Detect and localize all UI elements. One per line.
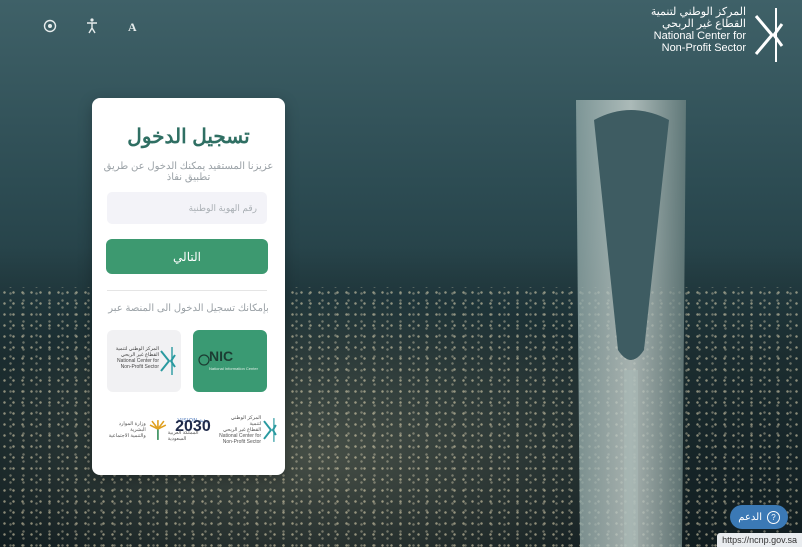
login-title: تسجيل الدخول (127, 126, 250, 148)
kingdom-tower-image (576, 100, 686, 547)
login-card: تسجيل الدخول عزيزنا المستفيد يمكنك الدخو… (92, 98, 285, 475)
ncnp-option-en2: Non-Profit Sector (120, 364, 159, 370)
ncnp-footer-emblem-icon (263, 418, 277, 442)
vision-sub: المملكة العربية السعودية (167, 430, 199, 442)
status-url: https://ncnp.gov.sa (717, 533, 802, 547)
hrsd-logo: وزارة الموارد البشرية والتنمية الاجتماعي… (102, 419, 168, 441)
nic-login-option[interactable]: NIC National Information Center (193, 330, 267, 392)
next-button[interactable]: التالي (106, 239, 268, 274)
nic-sub: National Information Center (209, 366, 258, 371)
brand-ar-line2: القطاع غير الربحي (662, 18, 746, 30)
nic-label: NIC (209, 348, 234, 364)
svg-text:A: A (128, 20, 137, 33)
settings-icon[interactable] (40, 16, 60, 36)
brand-en-line1: National Center for (653, 30, 746, 42)
login-subtitle: عزيزنا المستفيد يمكنك الدخول عن طريق تطب… (103, 161, 274, 183)
accessibility-icon[interactable] (82, 16, 102, 36)
ncnp-emblem-icon (754, 8, 784, 62)
brand-text: المركز الوطني لتنمية القطاع غير الربحي N… (651, 6, 746, 54)
ncnp-footer-logo: المركز الوطني لتنمية القطاع غير الربحي N… (218, 415, 277, 445)
national-id-input[interactable] (107, 192, 267, 224)
support-label: الدعم (738, 511, 762, 523)
palm-icon (149, 420, 167, 440)
brand-ar-line1: المركز الوطني لتنمية (650, 6, 746, 18)
hrsd-ar2: والتنمية الاجتماعية (108, 433, 146, 439)
ncnp-footer-en2: Non-Profit Sector (222, 439, 262, 445)
hrsd-ar1: وزارة الموارد البشرية (118, 421, 146, 433)
support-button[interactable]: الدعم ? (730, 505, 788, 529)
vision-2030-logo: VISION رؤية 2030 المملكة العربية السعودي… (168, 418, 219, 442)
partner-logos: وزارة الموارد البشرية والتنمية الاجتماعي… (102, 412, 277, 448)
accessibility-toolbar: A (40, 16, 144, 36)
ncnp-emblem-icon (160, 347, 176, 375)
font-size-icon[interactable]: A (124, 16, 144, 36)
ncnp-footer-ar1: المركز الوطني لتنمية (230, 415, 262, 427)
ncnp-login-option[interactable]: المركز الوطني لتنمية القطاع غير الربحي N… (107, 330, 181, 392)
brand-en-line2: Non-Profit Sector (661, 42, 746, 54)
ncnp-option-text: المركز الوطني لتنمية القطاع غير الربحي N… (116, 346, 159, 370)
help-icon: ? (767, 510, 780, 524)
ncnp-logo[interactable]: المركز الوطني لتنمية القطاع غير الربحي N… (651, 6, 784, 64)
divider (107, 290, 267, 291)
login-via-label: بإمكانك تسجيل الدخول الى المنصة عبر (108, 303, 269, 314)
